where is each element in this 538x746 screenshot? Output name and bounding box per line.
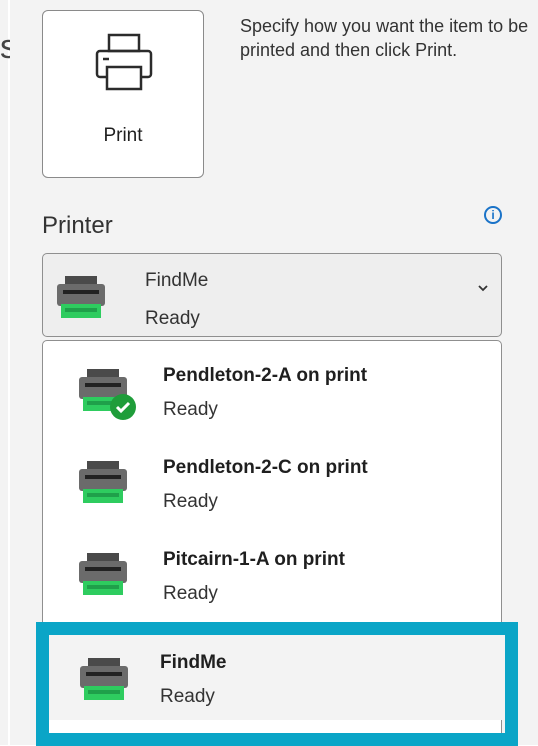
printer-color-icon — [80, 658, 128, 700]
printer-section-title: Printer — [42, 212, 113, 239]
printer-option[interactable]: Pitcairn-1-A on print Ready — [43, 525, 503, 617]
printer-option[interactable]: Pendleton-2-C on print Ready — [43, 433, 503, 525]
left-edge-strip — [0, 0, 8, 745]
print-button[interactable]: Print — [42, 10, 204, 178]
printer-color-icon — [79, 461, 127, 503]
printer-option-highlighted[interactable]: FindMe Ready — [48, 634, 506, 720]
printer-option-status: Ready — [163, 399, 218, 420]
printer-option-status: Ready — [160, 686, 215, 707]
selected-printer-status: Ready — [145, 308, 200, 329]
printer-outline-icon — [95, 33, 153, 91]
printer-option-status: Ready — [163, 491, 218, 512]
info-icon[interactable]: i — [484, 206, 502, 224]
default-check-icon — [110, 394, 136, 420]
printer-color-icon — [57, 276, 105, 318]
chevron-down-icon — [478, 285, 488, 292]
print-description: Specify how you want the item to be prin… — [240, 16, 529, 60]
printer-option-name: FindMe — [160, 652, 227, 673]
printer-select[interactable]: FindMe Ready — [42, 253, 502, 337]
printer-option-name: Pendleton-2-C on print — [163, 457, 368, 478]
printer-option-name: Pendleton-2-A on print — [163, 365, 368, 386]
selected-printer-name: FindMe — [145, 270, 209, 291]
printer-option[interactable]: Pendleton-2-A on print Ready — [43, 341, 503, 433]
printer-option-status: Ready — [163, 583, 218, 604]
printer-color-icon — [79, 553, 127, 595]
printer-option-name: Pitcairn-1-A on print — [163, 549, 345, 570]
print-button-label: Print — [103, 125, 143, 146]
